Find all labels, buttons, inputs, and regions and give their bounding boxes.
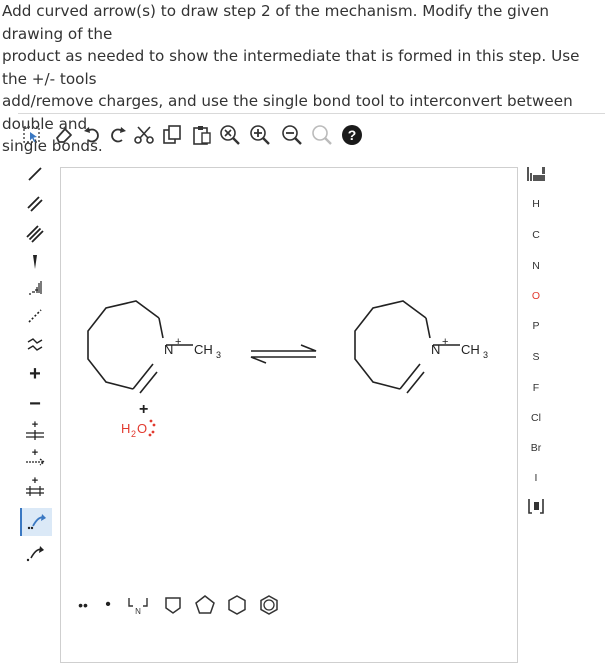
chain-icon[interactable] xyxy=(20,330,50,358)
charge-arrow-2-label: + xyxy=(32,447,38,459)
top-toolbar: ? xyxy=(18,114,605,158)
lone-pair-dot xyxy=(151,430,155,434)
cut-icon[interactable] xyxy=(132,122,156,148)
radical-label: • xyxy=(105,596,111,613)
benzene-icon[interactable] xyxy=(255,590,283,620)
water-subscript: 2 xyxy=(131,429,136,439)
radical-icon[interactable]: • xyxy=(99,590,117,620)
lone-pair-icon[interactable]: •• xyxy=(71,590,95,620)
charge-arrow-3-label: + xyxy=(32,475,38,487)
hash-bond-icon[interactable] xyxy=(20,274,50,302)
charge-arrow-1-icon[interactable]: + xyxy=(20,416,50,444)
left-nitrogen-label: N xyxy=(164,342,173,357)
redo-icon[interactable] xyxy=(106,122,130,148)
lone-pair-label: •• xyxy=(78,597,88,613)
left-nitrogen-charge: + xyxy=(175,336,181,348)
svg-text:?: ? xyxy=(348,127,357,143)
drawing-canvas[interactable]: N + CH 3 N + CH 3 + H 2 O xyxy=(60,167,518,663)
water-molecule[interactable]: + H 2 O xyxy=(121,401,156,439)
element-p[interactable]: P xyxy=(521,311,551,341)
select-lasso-icon[interactable] xyxy=(20,122,44,148)
water-oxygen-label: O xyxy=(137,421,147,436)
right-methyl-subscript: 3 xyxy=(483,350,488,360)
zoom-reset-icon[interactable] xyxy=(218,122,242,148)
curved-arrow-double-icon[interactable] xyxy=(20,508,52,536)
zoom-in-icon[interactable] xyxy=(248,122,272,148)
periodic-table-icon[interactable] xyxy=(521,159,551,189)
lone-pair-dot xyxy=(149,419,153,423)
element-c[interactable]: C xyxy=(521,220,551,250)
left-methyl-subscript: 3 xyxy=(216,350,221,360)
equilibrium-arrow xyxy=(250,344,317,364)
right-nitrogen-label: N xyxy=(431,342,440,357)
lone-pair-dot xyxy=(152,423,156,427)
bottom-toolbar: •• • N xyxy=(54,590,514,620)
atom-template-label: N xyxy=(135,607,141,616)
left-methyl-label: CH xyxy=(194,342,213,357)
hexagon-icon[interactable] xyxy=(223,590,251,620)
charge-arrow-2-icon[interactable]: + xyxy=(20,444,50,472)
right-molecule[interactable]: N + CH 3 xyxy=(354,300,488,394)
copy-icon[interactable] xyxy=(160,122,184,148)
mechanism-drawing: N + CH 3 N + CH 3 + H 2 O xyxy=(87,300,488,439)
paste-icon[interactable] xyxy=(190,122,214,148)
element-f[interactable]: F xyxy=(521,373,551,403)
wedge-bond-icon[interactable] xyxy=(20,248,50,276)
lone-pair-dot xyxy=(148,433,152,437)
single-bond-icon[interactable] xyxy=(20,160,50,188)
element-br[interactable]: Br xyxy=(521,433,551,463)
negative-charge-label: − xyxy=(29,392,41,415)
molecule-editor: ? + − + + + N + CH 3 N + CH 3 + H 2 O H … xyxy=(18,113,605,663)
element-palette: H C N O P S F Cl Br I xyxy=(521,159,551,519)
positive-charge-label: + xyxy=(29,362,41,385)
atom-template-icon[interactable]: N xyxy=(123,590,153,620)
right-methyl-label: CH xyxy=(461,342,480,357)
element-i[interactable]: I xyxy=(521,463,551,493)
element-o[interactable]: O xyxy=(521,281,551,311)
right-nitrogen-charge: + xyxy=(442,336,448,348)
left-molecule[interactable]: N + CH 3 xyxy=(87,300,221,394)
water-charge: + xyxy=(139,401,148,418)
element-cl[interactable]: Cl xyxy=(521,403,551,433)
eraser-icon[interactable] xyxy=(52,122,76,148)
curved-arrow-single-icon[interactable] xyxy=(20,540,50,568)
charge-arrow-1-label: + xyxy=(32,419,38,431)
element-s[interactable]: S xyxy=(521,342,551,372)
left-toolbar: + − + + + xyxy=(18,158,54,562)
triple-bond-icon[interactable] xyxy=(20,220,50,248)
element-h[interactable]: H xyxy=(521,189,551,219)
positive-charge-icon[interactable]: + xyxy=(20,360,50,388)
clean-icon[interactable] xyxy=(310,122,334,148)
question-line-1: Add curved arrow(s) to draw step 2 of th… xyxy=(2,2,550,43)
zoom-out-icon[interactable] xyxy=(280,122,304,148)
double-bond-icon[interactable] xyxy=(20,190,50,218)
atom-list-icon[interactable] xyxy=(521,491,551,521)
element-n[interactable]: N xyxy=(521,251,551,281)
negative-charge-icon[interactable]: − xyxy=(20,390,50,418)
water-hydrogen-label: H xyxy=(121,421,130,436)
pentagon-icon[interactable] xyxy=(191,590,219,620)
question-line-2: product as needed to show the intermedia… xyxy=(2,47,580,88)
cyclopentane-icon[interactable] xyxy=(159,590,187,620)
undo-icon[interactable] xyxy=(80,122,104,148)
help-icon[interactable]: ? xyxy=(340,122,364,148)
dashed-bond-icon[interactable] xyxy=(20,302,50,330)
charge-arrow-3-icon[interactable]: + xyxy=(20,472,50,500)
